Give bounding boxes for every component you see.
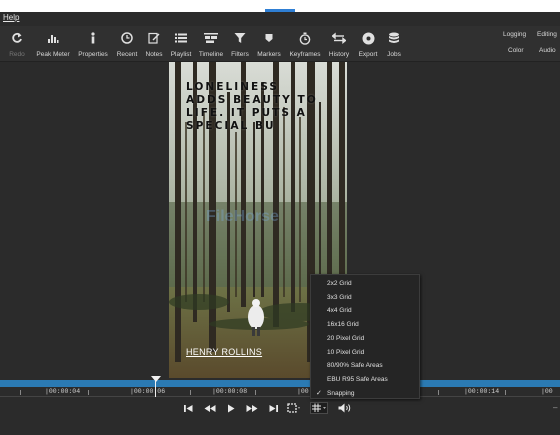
layout-audio-button[interactable]: Audio [539,47,556,54]
redo-icon [11,30,23,46]
peak-meter-button[interactable]: Peak Meter [35,30,71,58]
fit-zoom-icon [287,403,300,413]
jobs-icon [388,30,400,46]
grid-menu-item-16x16[interactable]: 16x16 Grid [311,318,419,332]
notes-button[interactable]: Notes [143,30,165,58]
author-text: HENRY ROLLINS [186,347,263,357]
watermark-text: FileHorse [206,208,279,225]
fast-forward-button[interactable] [245,402,259,414]
recent-button[interactable]: Recent [114,30,140,58]
playhead-handle[interactable] [151,376,161,382]
rewind-icon [204,404,216,412]
play-icon [228,404,235,412]
export-button[interactable]: Export [356,30,380,58]
grid-menu-item-3x3[interactable]: 3x3 Grid [311,291,419,305]
play-button[interactable] [226,402,236,414]
filters-button[interactable]: Filters [229,30,251,58]
timecode-label: |00:00:04 [45,388,81,395]
quote-line: SPECIAL BU [186,120,276,132]
redo-button[interactable]: Redo [5,30,29,58]
fast-forward-icon [246,404,258,412]
timeline-tick [20,390,21,395]
playlist-button[interactable]: Playlist [169,30,193,58]
peak-meter-icon [47,30,59,46]
menu-help[interactable]: Help [3,13,19,22]
layout-logging-button[interactable]: Logging [503,31,526,38]
clock-icon [121,30,133,46]
filter-icon [234,30,246,46]
jobs-button[interactable]: Jobs [384,30,404,58]
timeline-tick [255,390,256,395]
layout-color-button[interactable]: Color [508,47,524,54]
grid-menu-item-2x2[interactable]: 2x2 Grid [311,277,419,291]
grid-menu-item-snapping[interactable]: ✓ Snapping [311,387,419,401]
playlist-icon [175,30,187,46]
grid-menu-item-20px[interactable]: 20 Pixel Grid [311,332,419,346]
timeline-progress-bar[interactable] [0,380,560,387]
timeline-icon [204,30,218,46]
info-icon [87,30,99,46]
timecode-label: |00 [541,388,553,395]
history-button[interactable]: History [327,30,351,58]
skip-end-icon [269,404,278,412]
skip-to-start-button[interactable] [183,402,193,414]
grid-menu-item-4x4[interactable]: 4x4 Grid [311,304,419,318]
quote-line: LONELINESS [186,81,280,93]
marker-icon [264,30,274,46]
skip-to-end-button[interactable] [268,402,278,414]
grid-menu-item-ebu-r95[interactable]: EBU R95 Safe Areas [311,373,419,387]
quote-line: ADDS BEAUTY TO [186,94,318,106]
history-icon [332,30,346,46]
menu-bar: Help [0,12,560,26]
timeline-tick [190,390,191,395]
grid-dropdown-menu: 2x2 Grid 3x3 Grid 4x4 Grid 16x16 Grid 20… [310,274,420,399]
checkmark-icon: ✓ [316,389,322,397]
timeline-tick [505,390,506,395]
grid-toggle-button[interactable] [310,402,328,414]
export-icon [362,30,375,46]
stopwatch-icon [299,30,311,46]
timecode-label: |00:00:14 [464,388,500,395]
rewind-button[interactable] [203,402,217,414]
skip-start-icon [183,404,192,412]
notes-icon [148,30,160,46]
keyframes-button[interactable]: Keyframes [288,30,322,58]
timecode-label: |00:00:06 [130,388,166,395]
timeline-tick [438,390,439,395]
volume-icon [338,403,351,413]
properties-button[interactable]: Properties [76,30,110,58]
timeline-button[interactable]: Timeline [198,30,224,58]
quote-line: LIFE. IT PUTS A [186,107,307,119]
quote-text: LONELINESS ADDS BEAUTY TO LIFE. IT PUTS … [186,81,336,133]
layout-editing-button[interactable]: Editing [537,31,557,38]
markers-button[interactable]: Markers [256,30,282,58]
main-toolbar: Redo Peak Meter Properties Recent Notes … [0,26,560,62]
volume-button[interactable] [336,402,354,414]
timeline-tick [88,390,89,395]
transport-controls [0,398,560,435]
grid-menu-item-safe-areas[interactable]: 80/90% Safe Areas [311,359,419,373]
grid-icon [312,403,326,412]
window-top-strip [0,0,560,12]
transport-right-marker: – [553,403,558,412]
zoom-toggle-button[interactable] [286,402,302,414]
grid-menu-item-10px[interactable]: 10 Pixel Grid [311,346,419,360]
timecode-label: |00:00:08 [212,388,248,395]
